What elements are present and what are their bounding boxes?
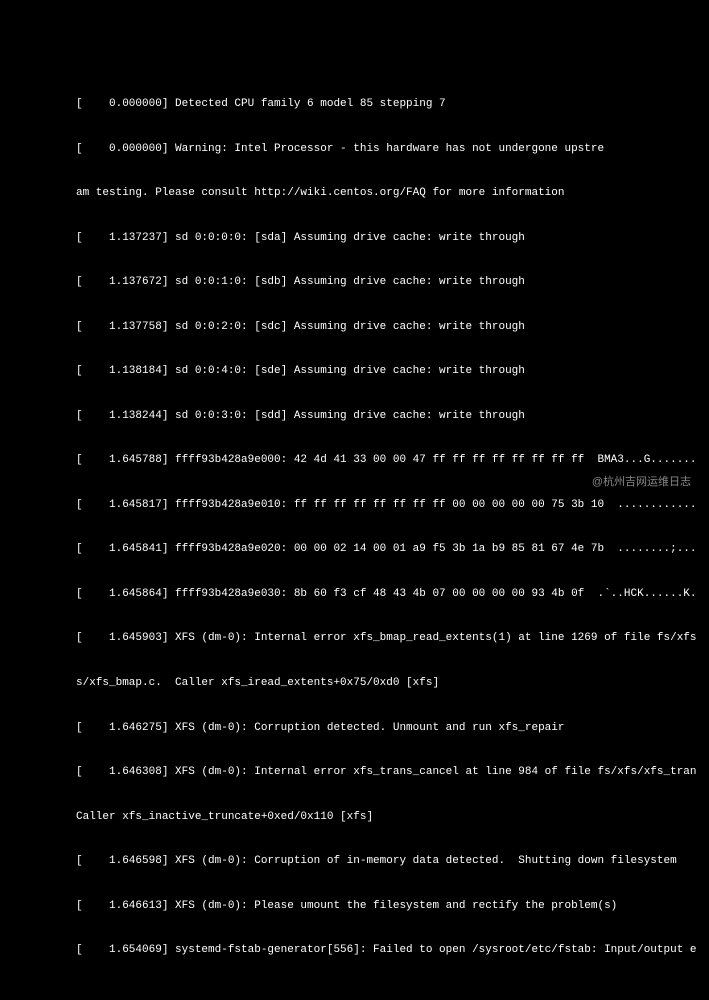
watermark-text: @杭州吉网运维日志 (592, 475, 691, 490)
boot-log-line: [ 1.654069] systemd-fstab-generator[556]… (76, 943, 697, 958)
boot-log-line: [ 1.138244] sd 0:0:3:0: [sdd] Assuming d… (76, 409, 697, 424)
boot-log-line: [ 1.137758] sd 0:0:2:0: [sdc] Assuming d… (76, 320, 697, 335)
boot-log-line: [ 1.137237] sd 0:0:0:0: [sda] Assuming d… (76, 231, 697, 246)
boot-log-line: [ 1.645817] ffff93b428a9e010: ff ff ff f… (76, 498, 697, 513)
terminal-output[interactable]: [ 0.000000] Detected CPU family 6 model … (4, 67, 705, 1000)
boot-log-line: [ 1.646275] XFS (dm-0): Corruption detec… (76, 721, 697, 736)
boot-log-line: am testing. Please consult http://wiki.c… (76, 186, 697, 201)
boot-log-line: [ 1.646308] XFS (dm-0): Internal error x… (76, 765, 697, 780)
boot-log-line: [ 1.137672] sd 0:0:1:0: [sdb] Assuming d… (76, 275, 697, 290)
boot-log-line: Caller xfs_inactive_truncate+0xed/0x110 … (76, 810, 697, 825)
boot-log-line: [ 1.138184] sd 0:0:4:0: [sde] Assuming d… (76, 364, 697, 379)
boot-log-line: [ 1.646598] XFS (dm-0): Corruption of in… (76, 854, 697, 869)
boot-log-line: [ 0.000000] Warning: Intel Processor - t… (76, 142, 697, 157)
boot-log-line: [ 1.645903] XFS (dm-0): Internal error x… (76, 631, 697, 646)
boot-log-line: [ 1.645864] ffff93b428a9e030: 8b 60 f3 c… (76, 587, 697, 602)
blank-line (76, 988, 697, 1000)
boot-log-line: [ 1.645788] ffff93b428a9e000: 42 4d 41 3… (76, 453, 697, 468)
boot-log-line: [ 1.646613] XFS (dm-0): Please umount th… (76, 899, 697, 914)
boot-log-line: s/xfs_bmap.c. Caller xfs_iread_extents+0… (76, 676, 697, 691)
boot-log-line: [ 1.645841] ffff93b428a9e020: 00 00 02 1… (76, 542, 697, 557)
boot-log-line: [ 0.000000] Detected CPU family 6 model … (76, 97, 697, 112)
